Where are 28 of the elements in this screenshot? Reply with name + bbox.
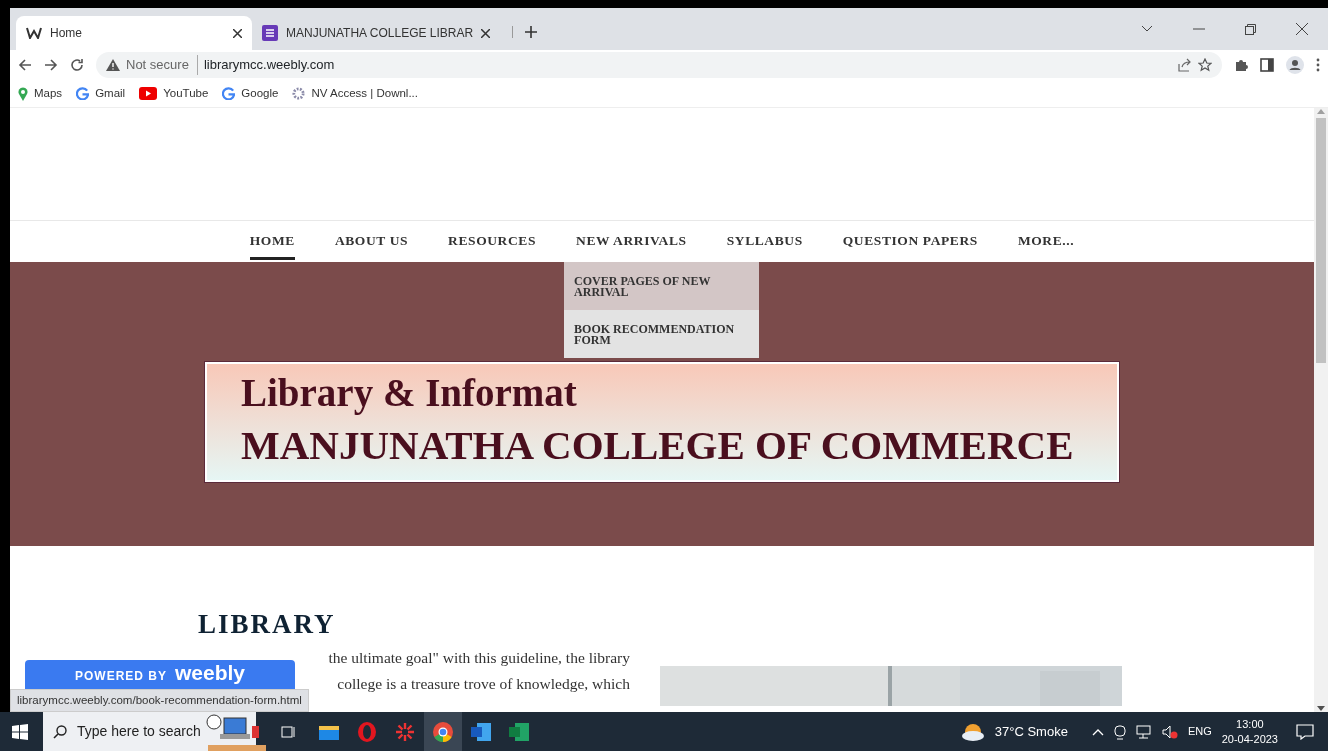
weather-text[interactable]: 37°C Smoke — [994, 721, 1068, 742]
bookmark[interactable]: YouTube — [139, 84, 209, 103]
bookmark[interactable]: Maps — [18, 84, 63, 103]
nav-link[interactable]: HOME — [229, 221, 315, 262]
url-text: librarymcc.weebly.com — [203, 56, 335, 75]
dropdown-item[interactable]: COVER PAGES OF NEW ARRIVAL — [564, 262, 760, 310]
college-name: MANJUNATHA COLLEGE OF COMMERCE — [241, 422, 1074, 468]
dropdown-item[interactable]: BOOK RECOMMENDATION FORM — [564, 310, 760, 358]
bookmark[interactable]: NV Access | Downl... — [292, 84, 418, 103]
bookmark[interactable]: Gmail — [76, 84, 126, 103]
browser-tab[interactable]: Home — [16, 16, 252, 50]
nav-link[interactable]: SYLLABUS — [706, 221, 823, 262]
clock[interactable]: 13:00 20-04-2023 — [1221, 716, 1278, 747]
paragraph-line: the ultimate goal" with this guideline, the library — [328, 648, 630, 666]
security-label: Not secure — [126, 55, 198, 75]
nav-link[interactable]: ABOUT US — [314, 221, 429, 262]
nav-link[interactable]: QUESTION PAPERS — [822, 221, 998, 262]
language-indicator[interactable]: ENG — [1187, 723, 1212, 740]
section-heading: LIBRARY — [198, 609, 336, 639]
browser-tab[interactable]: MANJUNATHA COLLEGE LIBRAR — [252, 16, 501, 50]
bookmark[interactable]: Google — [222, 84, 279, 103]
nav-link[interactable]: NEW ARRIVALS — [556, 221, 707, 262]
paragraph-line: college is a treasure trove of knowledge, which — [337, 674, 630, 692]
address-bar[interactable]: Not secure librarymcc.weebly.com — [96, 52, 1222, 78]
nav-link[interactable]: RESOURCES — [428, 221, 557, 262]
banner-title: Library & Informat — [241, 371, 577, 414]
status-url-tooltip: librarymcc.weebly.com/book-recommendation-form.html — [10, 688, 309, 712]
nav-link[interactable]: MORE... — [997, 221, 1095, 262]
